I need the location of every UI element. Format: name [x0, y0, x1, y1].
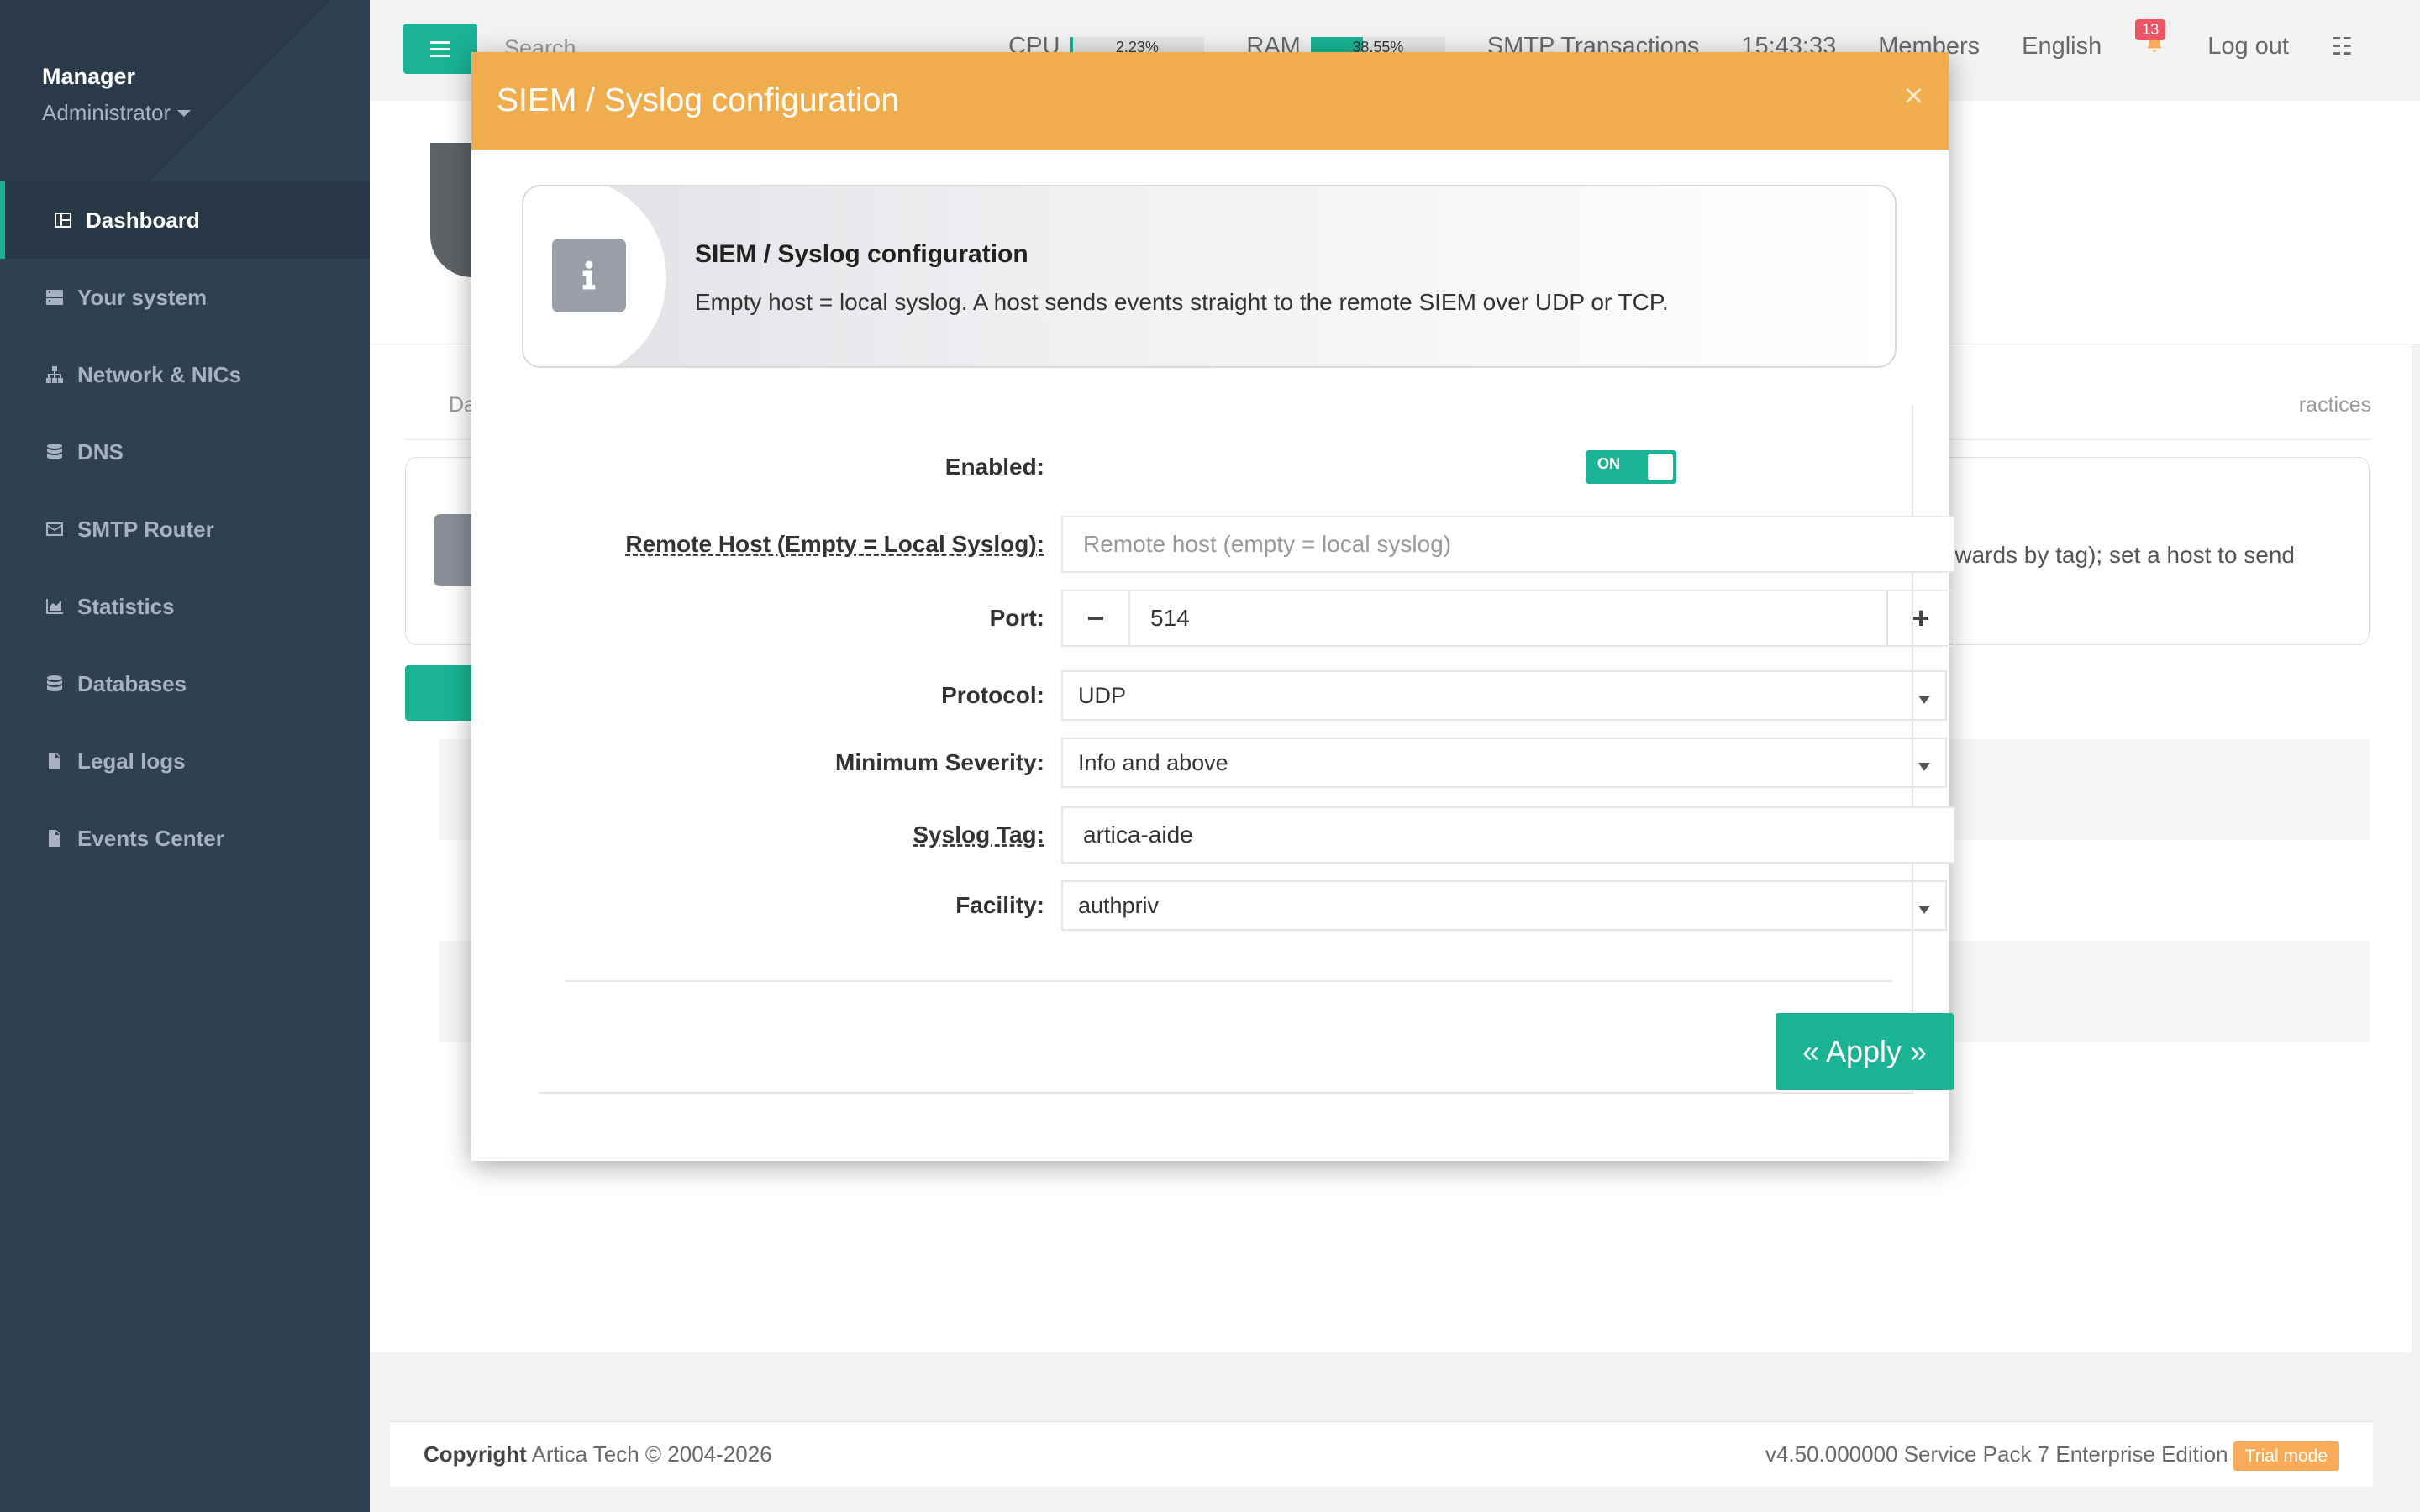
row-enabled: Enabled: ON: [539, 449, 1913, 486]
hamburger-icon: [430, 47, 450, 50]
footer-version: v4.50.000000 Service Pack 7 Enterprise E…: [1765, 1441, 2339, 1471]
profile-role-dropdown[interactable]: Administrator: [42, 100, 370, 126]
sidebar-item-databases[interactable]: Databases: [0, 645, 370, 722]
sitemap-icon: [44, 364, 66, 386]
profile-name: Manager: [42, 64, 136, 89]
remote-host-input[interactable]: Remote host (empty = local syslog): [1061, 516, 1955, 573]
sidebar-item-label: Events Center: [77, 825, 224, 851]
form-divider: [564, 980, 1891, 982]
sidebar-item-statistics[interactable]: Statistics: [0, 568, 370, 645]
info-callout: SIEM / Syslog configuration Empty host =…: [522, 185, 1897, 368]
file-icon: [44, 750, 66, 772]
background-panel-text: orwards by tag); set a host to send: [1933, 542, 2295, 568]
info-icon: [552, 239, 626, 312]
logout-link[interactable]: Log out: [2207, 33, 2289, 60]
chart-area-icon: [44, 596, 66, 617]
plus-icon[interactable]: +: [1888, 591, 1954, 645]
protocol-select[interactable]: UDP: [1061, 670, 1947, 721]
caret-down-icon: [177, 109, 192, 117]
close-icon[interactable]: ×: [1904, 77, 1923, 115]
port-input[interactable]: 514: [1128, 591, 1888, 645]
row-severity: Minimum Severity: Info and above: [539, 738, 1947, 788]
chevron-down-icon: [1918, 763, 1930, 771]
row-facility: Facility: authpriv: [539, 880, 1947, 931]
footer-copyright: Copyright Artica Tech © 2004-2026: [424, 1441, 772, 1467]
row-remote-host: Remote Host (Empty = Local Syslog): Remo…: [539, 516, 1955, 573]
sidebar-item-label: DNS: [77, 438, 124, 465]
chevron-down-icon: [1918, 696, 1930, 704]
notifications-button[interactable]: 13: [2135, 18, 2166, 61]
sidebar-item-dashboard[interactable]: Dashboard: [0, 181, 370, 259]
protocol-label: Protocol:: [941, 682, 1044, 708]
port-label: Port:: [989, 605, 1044, 631]
severity-select[interactable]: Info and above: [1061, 738, 1947, 788]
sidebar-item-label: Statistics: [77, 593, 175, 619]
ram-value: 38.55%: [1352, 38, 1404, 55]
tab-background-right[interactable]: ractices: [2299, 393, 2371, 417]
dashboard-icon: [52, 209, 74, 231]
menu-toggle-button[interactable]: [403, 24, 477, 74]
profile-role-label: Administrator: [42, 100, 171, 125]
version-text: v4.50.000000 Service Pack 7 Enterprise E…: [1765, 1441, 2228, 1467]
language-selector[interactable]: English: [2022, 33, 2102, 60]
cpu-value: 2.23%: [1115, 38, 1159, 55]
minus-icon[interactable]: −: [1063, 591, 1128, 645]
envelope-icon: [44, 518, 66, 540]
enabled-toggle[interactable]: ON: [1586, 450, 1676, 484]
copyright-label: Copyright: [424, 1441, 527, 1467]
sidebar-item-legal-logs[interactable]: Legal logs: [0, 722, 370, 800]
chevron-down-icon: [1918, 906, 1930, 914]
protocol-value: UDP: [1078, 682, 1127, 708]
copyright-text: Artica Tech © 2004-2026: [531, 1441, 772, 1467]
sidebar-item-events-center[interactable]: Events Center: [0, 800, 370, 877]
gear-button[interactable]: [405, 665, 481, 721]
sidebar-item-your-system[interactable]: Your system: [0, 259, 370, 336]
modal-header: SIEM / Syslog configuration ×: [471, 52, 1949, 150]
profile-block: Manager Administrator: [0, 0, 370, 181]
sidebar-item-label: Dashboard: [86, 207, 200, 233]
modal-title: SIEM / Syslog configuration: [497, 82, 900, 118]
toggle-knob: [1648, 454, 1673, 480]
database-icon: [44, 673, 66, 695]
severity-label: Minimum Severity:: [835, 749, 1044, 775]
enabled-label: Enabled:: [944, 454, 1044, 480]
siem-config-modal: SIEM / Syslog configuration × SIEM / Sys…: [471, 52, 1955, 1161]
sidebar-item-label: Network & NICs: [77, 361, 242, 387]
port-stepper: − 514 +: [1061, 590, 1955, 647]
info-title: SIEM / Syslog configuration: [695, 240, 1028, 268]
sidebar-item-dns[interactable]: DNS: [0, 413, 370, 491]
sidebar-item-smtp-router[interactable]: SMTP Router: [0, 491, 370, 568]
facility-select[interactable]: authpriv: [1061, 880, 1947, 931]
row-port: Port: − 514 +: [539, 590, 1955, 647]
syslog-tag-label: Syslog Tag:: [913, 822, 1044, 848]
syslog-tag-input[interactable]: artica-aide: [1061, 806, 1955, 864]
facility-label: Facility:: [955, 892, 1044, 918]
database-icon: [44, 441, 66, 463]
sidebar-item-label: Your system: [77, 284, 208, 310]
notification-count-badge: 13: [2135, 18, 2166, 40]
server-icon: [44, 286, 66, 308]
file-text-icon: [44, 827, 66, 849]
footer: Copyright Artica Tech © 2004-2026 v4.50.…: [390, 1421, 2373, 1487]
remote-host-label: Remote Host (Empty = Local Syslog):: [625, 531, 1044, 557]
info-text: Empty host = local syslog. A host sends …: [695, 289, 1669, 315]
sidebar-item-label: Databases: [77, 670, 187, 696]
tasks-icon[interactable]: ☷: [2331, 32, 2353, 61]
row-protocol: Protocol: UDP: [539, 670, 1947, 721]
config-form: Enabled: ON Remote Host (Empty = Local S…: [539, 405, 1955, 1094]
sidebar: Manager Administrator Dashboard Your sys…: [0, 0, 370, 1512]
sidebar-item-network[interactable]: Network & NICs: [0, 336, 370, 413]
row-syslog-tag: Syslog Tag: artica-aide: [539, 806, 1955, 864]
sidebar-item-label: Legal logs: [77, 748, 186, 774]
toggle-state: ON: [1597, 455, 1620, 472]
apply-button[interactable]: « Apply »: [1776, 1013, 1954, 1090]
facility-value: authpriv: [1078, 892, 1160, 918]
severity-value: Info and above: [1078, 749, 1228, 775]
sidebar-item-label: SMTP Router: [77, 516, 214, 542]
trial-mode-badge: Trial mode: [2233, 1441, 2339, 1471]
